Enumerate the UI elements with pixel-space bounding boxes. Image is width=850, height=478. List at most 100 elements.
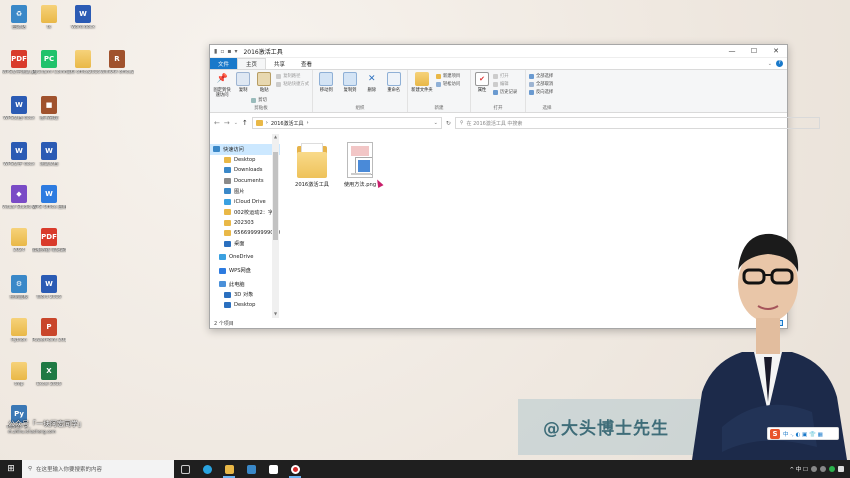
nav-item[interactable]: 快速访问 [210, 144, 280, 155]
invert-selection-button[interactable]: 反向选择 [529, 89, 553, 95]
easy-access-button[interactable]: 轻松访问 [436, 81, 460, 87]
wechat-icon[interactable] [829, 466, 835, 472]
ime-toolbar[interactable]: S 中 ·, ◐ ▣ 👕 ▦ [767, 427, 839, 440]
chevron-down-icon[interactable]: ⌄ [768, 61, 772, 67]
word-icon: W [11, 96, 27, 114]
copy-to-button[interactable]: 复制到 [340, 72, 361, 103]
back-arrow-icon[interactable]: ← [214, 119, 220, 127]
properties-quick-icon[interactable]: ▫ [220, 48, 224, 55]
scroll-thumb[interactable] [273, 152, 278, 240]
paste-shortcut-button[interactable]: 粘贴快捷方式 [276, 81, 309, 87]
folder-icon [224, 230, 231, 237]
select-none-button[interactable]: 全部取消 [529, 81, 553, 87]
history-button[interactable]: 历史记录 [493, 89, 517, 95]
nav-item[interactable]: Desktop [210, 300, 280, 311]
nav-item[interactable]: 图片✦ [210, 186, 280, 197]
new-folder-quick-icon[interactable]: ▪ [227, 48, 231, 55]
nav-item[interactable]: Documents✦ [210, 176, 280, 187]
nav-item[interactable]: 桌面 [210, 239, 280, 250]
recent-chevron-icon[interactable]: ⌄ [234, 120, 238, 126]
file-explorer-app-button[interactable] [218, 460, 240, 478]
desktop-icon[interactable]: 资料 office2016 [66, 50, 100, 75]
cut-button[interactable]: 剪切 [251, 97, 309, 103]
edge-app-button[interactable] [196, 460, 218, 478]
scroll-up-icon[interactable]: ▲ [272, 134, 279, 141]
scroll-down-icon[interactable]: ▼ [272, 311, 279, 318]
open-button[interactable]: 打开 [493, 73, 517, 79]
desktop-icon[interactable]: W WPS文字 docx [2, 142, 36, 167]
mail-app-button[interactable] [262, 460, 284, 478]
desktop-icon[interactable]: PC PyCharm Commun... [32, 50, 66, 75]
paste-button[interactable]: 粘贴 [255, 72, 273, 93]
copy-button[interactable]: 复制 [234, 72, 252, 103]
tab-share[interactable]: 共享 [266, 58, 293, 69]
nav-item[interactable]: iCloud Drive✦ [210, 197, 280, 208]
desktop-icon[interactable]: ts [32, 5, 66, 30]
address-path[interactable]: 2016激活工具 [271, 120, 304, 127]
desktop-icon[interactable]: 2024 [2, 228, 36, 253]
help-icon[interactable]: ? [776, 60, 783, 67]
new-item-button[interactable]: 新建项目 [436, 73, 460, 79]
properties-button[interactable]: ✔ 属性 [474, 72, 490, 103]
tab-file[interactable]: 文件 [210, 58, 238, 69]
windows-start-button[interactable]: ⊞ [0, 460, 22, 478]
ime-items[interactable]: 中 ·, ◐ ▣ 👕 ▦ [783, 430, 823, 438]
select-all-button[interactable]: 全部选择 [529, 73, 553, 79]
taskbar-search-input[interactable]: ⚲ 在这里输入你要搜索的内容 [22, 460, 174, 478]
file-item-folder[interactable]: 2016激活工具 [290, 142, 334, 188]
desktop-icon[interactable]: W Word 2016 [32, 275, 66, 300]
desktop-icon[interactable]: PDF 云服务器 笔记说明.pdf [32, 228, 66, 253]
maximize-button[interactable]: ☐ [743, 47, 765, 55]
nav-item[interactable]: 202303 [210, 218, 280, 229]
move-to-button[interactable]: 移动到 [316, 72, 337, 103]
pin-quick-access-button[interactable]: 📌 固定到快速访问 [213, 72, 231, 103]
desktop-icon[interactable]: W WPS文档 docx [2, 96, 36, 121]
forward-arrow-icon[interactable]: → [224, 119, 230, 127]
delete-button[interactable]: ✕ 删除 [363, 72, 380, 103]
minimize-button[interactable]: — [721, 47, 743, 55]
desktop-icon[interactable]: W WPS Office 应用中心 [32, 185, 66, 210]
nav-item[interactable]: Downloads✦ [210, 165, 280, 176]
nav-item[interactable]: 3D 对象 [210, 290, 280, 301]
tab-view[interactable]: 查看 [293, 58, 320, 69]
store-app-button[interactable] [240, 460, 262, 478]
recorder-app-button[interactable] [284, 460, 306, 478]
volume-icon[interactable] [820, 466, 826, 472]
open-group-label: 打开 [493, 106, 503, 111]
notification-icon[interactable] [838, 466, 844, 472]
new-folder-button[interactable]: 新建文件夹 [411, 72, 433, 103]
chevron-down-icon[interactable]: ⌄ [434, 120, 438, 126]
desktop-icon[interactable]: PDF WPS文字测试.pdf [2, 50, 36, 75]
desktop-icon[interactable]: ◆ Visual Studio 2022 [2, 185, 36, 210]
desktop-icon[interactable]: ■ 图书管理 [32, 96, 66, 121]
nav-item[interactable]: 此电脑 [210, 279, 280, 290]
desktop-icon[interactable]: ⚙ 控制面板 [2, 275, 36, 300]
nav-item[interactable]: WPS网盘 [210, 266, 280, 277]
edit-button[interactable]: 编辑 [493, 81, 517, 87]
task-view-button[interactable] [174, 460, 196, 478]
nav-item[interactable]: 65669999999010 [210, 228, 280, 239]
desktop-icon[interactable]: tmp [2, 362, 36, 387]
desktop-icon[interactable]: W Word.docx [66, 5, 100, 30]
nav-item[interactable]: 002校运动2：字 [210, 207, 280, 218]
chevron-down-icon[interactable]: ▾ [234, 48, 237, 55]
address-bar[interactable]: › 2016激活工具 › ⌄ [251, 117, 442, 129]
desktop-icon[interactable]: ♻ 回收站 [2, 5, 36, 30]
rename-button[interactable]: 重命名 [383, 72, 404, 103]
copy-path-button[interactable]: 复制路径 [276, 73, 309, 79]
desktop-icon[interactable]: W 测试文档 [32, 142, 66, 167]
desktop-icon[interactable]: R WinRAR office2016... [100, 50, 134, 75]
tray-text[interactable]: ^ 中 ☐ [789, 465, 808, 473]
up-arrow-icon[interactable]: ↑ [242, 119, 248, 127]
close-button[interactable]: ✕ [765, 47, 787, 55]
nav-item[interactable]: Desktop✦ [210, 155, 280, 166]
search-input[interactable]: ⚲ 在 2016激活工具 中搜索 [454, 117, 820, 129]
refresh-icon[interactable]: ↻ [446, 120, 451, 127]
desktop-icon[interactable]: Python [2, 318, 36, 343]
tab-home[interactable]: 主页 [237, 58, 267, 69]
network-icon[interactable] [811, 466, 817, 472]
nav-scrollbar[interactable]: ▲ ▼ [272, 134, 279, 318]
nav-item[interactable]: OneDrive [210, 252, 280, 263]
desktop-icon[interactable]: P PowerPoint 2016 [32, 318, 66, 343]
desktop-icon[interactable]: X Excel 2016 [32, 362, 66, 387]
